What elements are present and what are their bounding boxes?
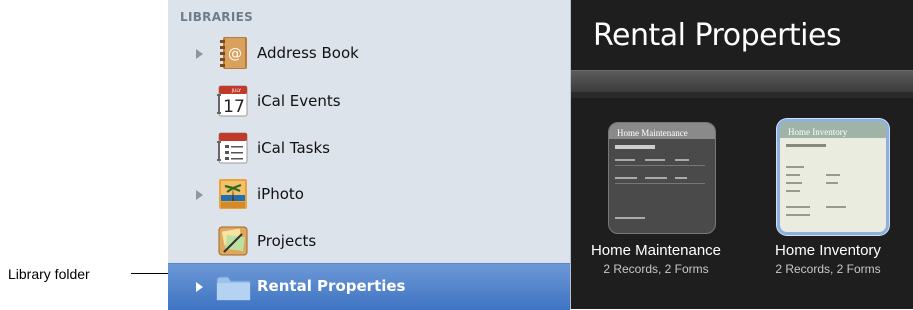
- database-thumbnail[interactable]: Home Maintenance: [608, 122, 716, 234]
- disclosure-triangle-icon[interactable]: [196, 190, 203, 200]
- thumbnail-form-preview: [615, 145, 705, 219]
- database-home-maintenance[interactable]: Home Maintenance Home Maintenance 2 Reco…: [571, 118, 741, 288]
- thumbnail-form-preview: [786, 144, 846, 216]
- iphoto-icon: [214, 175, 252, 213]
- panel-divider: [571, 92, 913, 98]
- database-name: Home Inventory: [775, 242, 881, 259]
- sidebar-item-label: Address Book: [257, 44, 359, 62]
- callout-label: Library folder: [8, 266, 90, 282]
- sidebar-item-projects[interactable]: Projects: [168, 219, 570, 265]
- address-book-icon: @: [214, 34, 252, 72]
- sidebar-item-ical-events[interactable]: JULY 17 iCal Events: [168, 79, 570, 125]
- sidebar-item-ical-tasks[interactable]: iCal Tasks: [168, 126, 570, 172]
- database-summary: 2 Records, 2 Forms: [775, 262, 881, 276]
- libraries-sidebar: LIBRARIES @ Address Book JULY 17 iCal Ev…: [168, 0, 571, 310]
- sidebar-item-address-book[interactable]: @ Address Book: [168, 31, 570, 77]
- database-thumbnail[interactable]: Home Inventory: [777, 119, 889, 235]
- sidebar-item-label: iCal Events: [257, 92, 341, 110]
- database-name: Home Maintenance: [590, 242, 722, 259]
- thumbnail-title: Home Maintenance: [617, 128, 688, 138]
- disclosure-triangle-icon[interactable]: [196, 49, 203, 59]
- calendar-icon: JULY 17: [214, 82, 252, 120]
- projects-icon: [214, 222, 252, 260]
- page-title: Rental Properties: [593, 18, 842, 53]
- calendar-month-text: JULY: [231, 88, 242, 94]
- svg-text:@: @: [228, 46, 242, 62]
- thumbnail-title: Home Inventory: [788, 127, 848, 137]
- task-list-icon: [214, 129, 252, 167]
- sidebar-item-label: iCal Tasks: [257, 139, 330, 157]
- database-home-inventory[interactable]: Home Inventory Home Inventory 2 Records,…: [743, 118, 913, 288]
- sidebar-item-label: Projects: [257, 232, 317, 250]
- calendar-day-text: 17: [223, 97, 245, 117]
- database-summary: 2 Records, 2 Forms: [603, 262, 709, 276]
- library-content-panel: Rental Properties Home Maintenance Home …: [571, 0, 913, 309]
- sidebar-item-label: Rental Properties: [257, 277, 406, 295]
- sidebar-item-label: iPhoto: [257, 185, 304, 203]
- sidebar-item-rental-properties[interactable]: Rental Properties: [168, 263, 570, 310]
- folder-icon: [214, 267, 252, 305]
- sidebar-heading: LIBRARIES: [180, 10, 254, 24]
- disclosure-triangle-icon[interactable]: [196, 282, 203, 292]
- toolbar-bar: [571, 70, 913, 93]
- library-folder-callout: Library folder: [8, 260, 90, 288]
- sidebar-item-iphoto[interactable]: iPhoto: [168, 172, 570, 218]
